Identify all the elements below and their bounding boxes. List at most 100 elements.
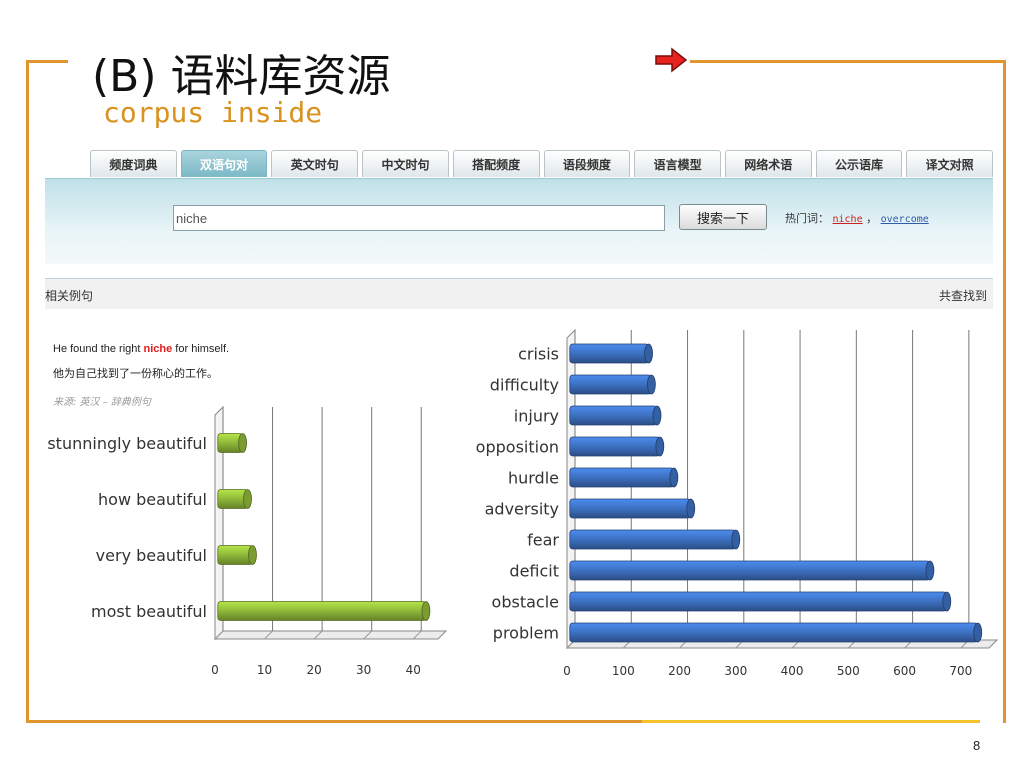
tab-2[interactable]: 双语句对 (180, 150, 268, 177)
category-label: problem (493, 624, 559, 643)
search-button[interactable]: 搜索一下 (679, 204, 767, 230)
tab-1[interactable]: 频度词典 (90, 150, 177, 177)
bar-cap (646, 374, 656, 395)
bar-cap (669, 467, 679, 488)
x-tick-label: 400 (781, 664, 804, 678)
page-number: 8 (973, 738, 981, 753)
tab-3[interactable]: 英文时句 (271, 150, 359, 177)
results-count-label: 共查找到 (938, 289, 987, 303)
category-label: very beautiful (96, 546, 207, 565)
tab-10[interactable]: 译文对照 (906, 150, 994, 177)
bar (569, 436, 665, 457)
chart-beautiful-collocations: 0 10 20 30 40 stunningly beautiful how beautif… (47, 405, 448, 677)
x-tick-label: 600 (893, 664, 916, 678)
tab-9[interactable]: 公示语库 (815, 150, 903, 177)
bar-cap (652, 405, 662, 426)
bar-cap (973, 622, 983, 643)
bar (569, 374, 656, 395)
bar-cap (686, 498, 696, 519)
bar-body (569, 560, 931, 581)
category-label: injury (514, 407, 559, 426)
x-tick-label: 200 (668, 664, 691, 678)
bar (569, 591, 952, 612)
frame-top-right (690, 60, 1006, 63)
slide-subtitle: corpus inside (103, 96, 323, 129)
x-tick-label: 20 (306, 663, 321, 677)
x-tick-label: 0 (563, 664, 571, 678)
frame-top-left (26, 60, 68, 63)
bar-cap (925, 560, 935, 581)
bar-body (569, 343, 649, 364)
tab-5[interactable]: 搭配频度 (452, 150, 540, 177)
x-tick-label: 700 (949, 664, 972, 678)
bar (569, 529, 741, 550)
bar (217, 489, 252, 509)
frame-left (26, 60, 29, 723)
bar-body (569, 467, 675, 488)
x-tick-label: 30 (356, 663, 371, 677)
bar-body (569, 591, 948, 612)
frame-bottom (26, 720, 642, 723)
tab-6[interactable]: 语段频度 (543, 150, 631, 177)
x-tick-label: 500 (837, 664, 860, 678)
tab-4[interactable]: 中文时句 (362, 150, 449, 177)
bar-body (217, 545, 253, 565)
arrow-right-icon (655, 47, 688, 73)
category-label: how beautiful (98, 490, 207, 509)
bar (569, 343, 653, 364)
bar (569, 405, 662, 426)
x-tick-label: 10 (257, 663, 272, 677)
slide-title: (B) 语料库资源 (92, 51, 391, 102)
bar-cap (243, 489, 252, 509)
category-label: opposition (476, 438, 559, 457)
example-text: He found the right (53, 343, 144, 355)
bar (569, 622, 983, 643)
results-label: 相关例句 (45, 289, 94, 303)
bar-cap (731, 529, 741, 550)
bar (569, 560, 935, 581)
example-text: for himself. (172, 343, 230, 355)
bar (217, 601, 431, 621)
category-label: difficulty (490, 376, 559, 395)
chart-niche-collocations: 0 100 200 300 400 500 600 700 crisis difficulty in… (476, 328, 999, 678)
bar-cap (248, 545, 257, 565)
x-tick-label: 300 (724, 664, 747, 678)
x-tick-label: 40 (406, 663, 421, 677)
hot-word-link[interactable]: overcome (881, 214, 929, 225)
bar-body (569, 405, 658, 426)
category-label: adversity (485, 500, 559, 519)
bar (569, 498, 696, 519)
category-label: hurdle (508, 469, 559, 488)
tab-8[interactable]: 网络术语 (724, 150, 812, 177)
bar-cap (238, 433, 247, 453)
results-header: 相关例句 共查找到 (45, 278, 993, 309)
hot-words-separator: ， (866, 212, 878, 225)
bar-body (569, 436, 661, 457)
category-label: deficit (509, 562, 559, 581)
plot-floor (213, 630, 448, 640)
bar-body (217, 489, 248, 509)
category-label: most beautiful (91, 602, 207, 621)
search-input[interactable] (173, 205, 665, 231)
category-label: crisis (518, 345, 559, 364)
frame-bottom-accent (642, 720, 980, 723)
bar-body (569, 529, 737, 550)
example-sentence-en: He found the right niche for himself. (53, 343, 229, 355)
bar-body (217, 601, 427, 621)
tab-7[interactable]: 语言模型 (634, 150, 721, 177)
example-sentence-zh: 他为自己找到了一份称心的工作。 (53, 367, 218, 380)
bar (217, 545, 257, 565)
bar-body (569, 374, 652, 395)
bar-cap (942, 591, 952, 612)
bar-body (569, 622, 979, 643)
hot-words-label: 热门词： (785, 212, 829, 225)
hot-word-link[interactable]: niche (833, 214, 863, 225)
x-tick-label: 0 (211, 663, 219, 677)
tab-bar: 频度词典 双语句对 英文时句 中文时句 搭配频度 语段频度 语言模型 网络术语 … (90, 150, 994, 178)
hot-words: 热门词： niche ， overcome (785, 210, 929, 226)
bar-cap (644, 343, 653, 364)
bar-cap (421, 601, 431, 621)
example-keyword: niche (143, 343, 173, 355)
bar (217, 433, 247, 453)
bar (569, 467, 679, 488)
